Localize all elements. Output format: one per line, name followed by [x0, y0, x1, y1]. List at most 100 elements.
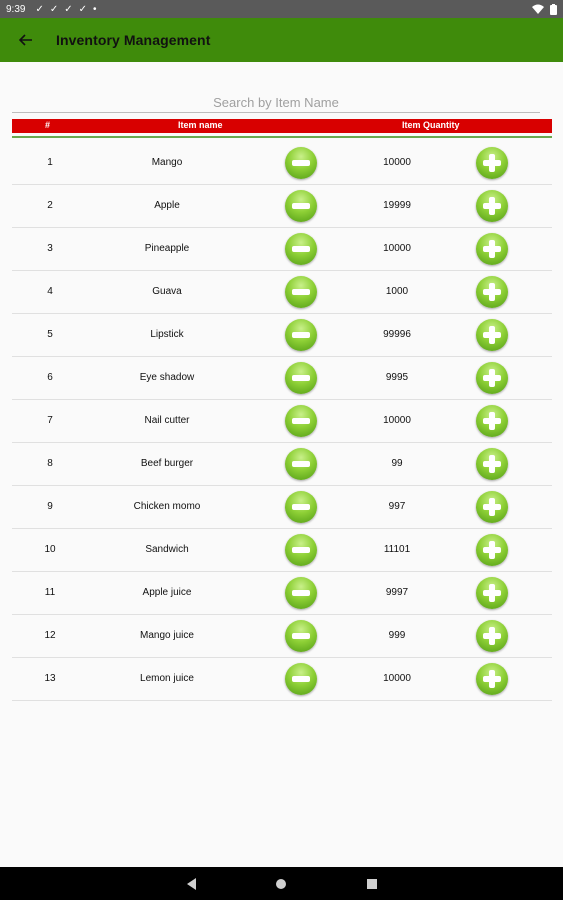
decrease-quantity-button[interactable] — [285, 577, 317, 609]
minus-icon — [292, 547, 310, 553]
search-input[interactable] — [12, 92, 540, 113]
decrease-quantity-button[interactable] — [285, 663, 317, 695]
minus-icon — [292, 203, 310, 209]
table-row: 2 Apple 19999 — [12, 185, 552, 228]
decrease-quantity-button[interactable] — [285, 233, 317, 265]
increase-quantity-button[interactable] — [476, 276, 508, 308]
table-row: 7 Nail cutter 10000 — [12, 400, 552, 443]
inventory-list: 1 Mango 10000 2 Apple 19999 3 Pineapple 10000 4 Gu… — [12, 142, 552, 701]
increase-quantity-button[interactable] — [476, 534, 508, 566]
increase-quantity-button[interactable] — [476, 577, 508, 609]
item-quantity: 1000 — [385, 286, 409, 297]
item-number: 10 — [44, 544, 56, 555]
item-quantity: 10000 — [383, 157, 411, 168]
item-number: 3 — [47, 243, 53, 254]
item-name: Apple juice — [142, 587, 192, 598]
increase-quantity-button[interactable] — [476, 147, 508, 179]
header-item-quantity: Item Quantity — [402, 120, 460, 130]
decrease-quantity-button[interactable] — [285, 362, 317, 394]
table-row: 4 Guava 1000 — [12, 271, 552, 314]
item-number: 2 — [47, 200, 53, 211]
decrease-quantity-button[interactable] — [285, 405, 317, 437]
status-bar: 9:39 ✓ ✓ ✓ ✓ • — [0, 0, 563, 18]
minus-icon — [292, 461, 310, 467]
nav-home-icon — [276, 878, 286, 889]
increase-quantity-button[interactable] — [476, 448, 508, 480]
decrease-quantity-button[interactable] — [285, 319, 317, 351]
nav-recents-button[interactable] — [357, 867, 387, 900]
plus-icon — [483, 240, 501, 258]
table-row: 6 Eye shadow 9995 — [12, 357, 552, 400]
item-quantity: 999 — [388, 630, 406, 641]
minus-icon — [292, 246, 310, 252]
increase-quantity-button[interactable] — [476, 405, 508, 437]
increase-quantity-button[interactable] — [476, 362, 508, 394]
table-row: 5 Lipstick 99996 — [12, 314, 552, 357]
item-quantity: 11101 — [383, 544, 411, 555]
item-name: Lemon juice — [140, 673, 194, 684]
item-number: 13 — [44, 673, 56, 684]
plus-icon — [483, 283, 501, 301]
nav-back-button[interactable] — [177, 867, 207, 900]
item-quantity: 10000 — [383, 243, 411, 254]
item-name: Apple — [154, 200, 180, 211]
table-row: 11 Apple juice 9997 — [12, 572, 552, 615]
nav-recents-icon — [367, 878, 377, 889]
increase-quantity-button[interactable] — [476, 190, 508, 222]
minus-icon — [292, 676, 310, 682]
item-number: 12 — [44, 630, 56, 641]
table-row: 1 Mango 10000 — [12, 142, 552, 185]
plus-icon — [483, 498, 501, 516]
app-bar: Inventory Management — [0, 18, 563, 62]
decrease-quantity-button[interactable] — [285, 448, 317, 480]
decrease-quantity-button[interactable] — [285, 534, 317, 566]
table-header: # Item name Item Quantity — [12, 119, 552, 133]
item-name: Sandwich — [145, 544, 189, 555]
download-done-icon: ✓ — [78, 3, 88, 15]
back-button[interactable] — [16, 30, 36, 50]
minus-icon — [292, 289, 310, 295]
plus-icon — [483, 670, 501, 688]
status-time: 9:39 — [6, 3, 26, 15]
header-number: # — [45, 120, 51, 130]
item-number: 6 — [47, 372, 53, 383]
item-name: Guava — [152, 286, 182, 297]
decrease-quantity-button[interactable] — [285, 620, 317, 652]
increase-quantity-button[interactable] — [476, 319, 508, 351]
increase-quantity-button[interactable] — [476, 663, 508, 695]
item-quantity: 9997 — [385, 587, 409, 598]
item-number: 11 — [44, 587, 56, 598]
increase-quantity-button[interactable] — [476, 620, 508, 652]
item-name: Mango juice — [140, 630, 194, 641]
minus-icon — [292, 590, 310, 596]
increase-quantity-button[interactable] — [476, 491, 508, 523]
item-name: Mango — [151, 157, 183, 168]
item-name: Chicken momo — [133, 501, 201, 512]
wifi-icon — [532, 4, 544, 14]
decrease-quantity-button[interactable] — [285, 491, 317, 523]
table-row: 12 Mango juice 999 — [12, 615, 552, 658]
item-quantity: 19999 — [383, 200, 411, 211]
plus-icon — [483, 197, 501, 215]
header-divider — [12, 136, 552, 138]
download-done-icon: ✓ — [35, 3, 44, 15]
nav-home-button[interactable] — [266, 867, 296, 900]
minus-icon — [292, 332, 310, 338]
page-title: Inventory Management — [56, 32, 211, 48]
decrease-quantity-button[interactable] — [285, 190, 317, 222]
item-number: 5 — [47, 329, 53, 340]
table-row: 8 Beef burger 99 — [12, 443, 552, 486]
item-number: 4 — [47, 286, 53, 297]
item-name: Beef burger — [140, 458, 194, 469]
plus-icon — [483, 584, 501, 602]
item-quantity: 9995 — [385, 372, 409, 383]
decrease-quantity-button[interactable] — [285, 147, 317, 179]
table-row: 9 Chicken momo 997 — [12, 486, 552, 529]
plus-icon — [483, 369, 501, 387]
item-number: 8 — [47, 458, 53, 469]
item-number: 7 — [47, 415, 53, 426]
plus-icon — [483, 627, 501, 645]
download-done-icon: ✓ — [64, 3, 73, 15]
decrease-quantity-button[interactable] — [285, 276, 317, 308]
increase-quantity-button[interactable] — [476, 233, 508, 265]
